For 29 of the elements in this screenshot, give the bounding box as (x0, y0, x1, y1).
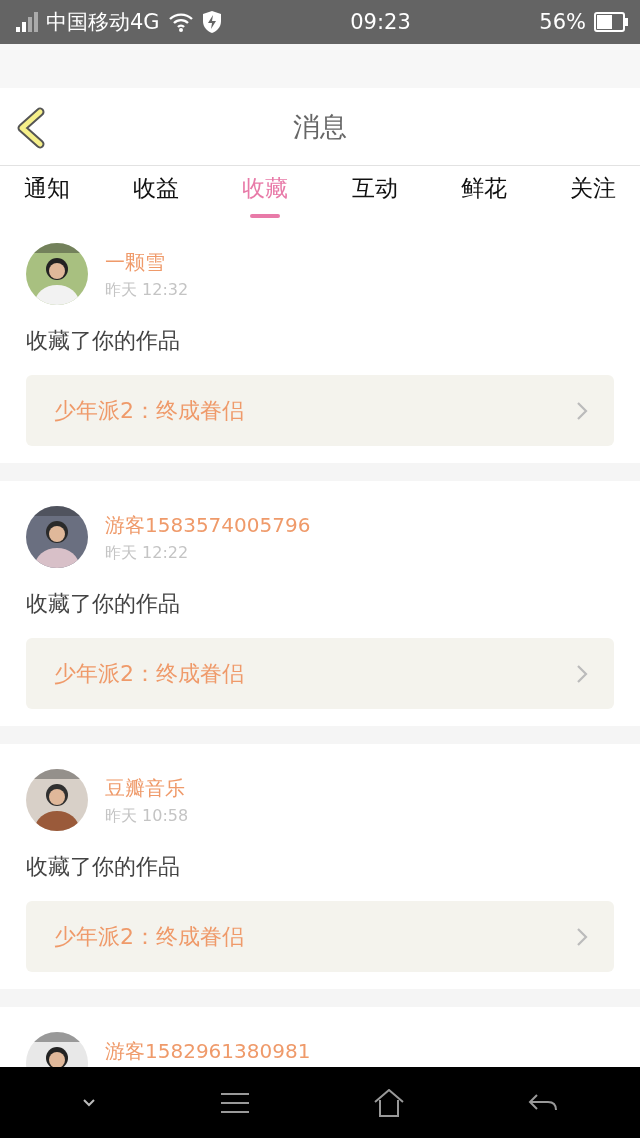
message-time: 昨天 12:22 (105, 543, 190, 564)
chevron-down-icon[interactable] (82, 1097, 96, 1108)
tab[interactable]: 关注 (569, 166, 616, 218)
chevron-right-icon (576, 663, 588, 684)
tab[interactable]: 互动 (351, 166, 398, 218)
chevron-right-icon (576, 400, 588, 421)
user-name: 一颗雪 (105, 249, 166, 276)
signal-icon (16, 12, 38, 32)
message-time: 昨天 12:32 (105, 280, 189, 301)
battery-icon (594, 12, 628, 32)
user-name: 游客1582961380981 (105, 1038, 311, 1065)
clock-time: 09:23 (350, 10, 411, 34)
tab[interactable]: 收益 (133, 166, 180, 218)
carrier-name: 中国移动4G (46, 9, 160, 36)
menu-icon[interactable] (220, 1091, 250, 1114)
user-name: 游客1583574005796 (105, 512, 311, 539)
tab[interactable]: 鲜花 (460, 166, 507, 218)
message-text: 收藏了你的作品 (26, 853, 181, 881)
page-title: 消息 (293, 109, 347, 144)
user-name: 豆瓣音乐 (105, 775, 186, 802)
tab[interactable]: 通知 (24, 166, 70, 218)
wifi-icon (167, 12, 194, 32)
message-text: 收藏了你的作品 (26, 590, 181, 618)
home-icon[interactable] (374, 1088, 404, 1117)
chevron-right-icon (576, 926, 588, 947)
battery-percent: 56% (539, 10, 586, 34)
shield-icon (201, 11, 222, 33)
message-time: 昨天 10:58 (105, 806, 189, 827)
message-text: 收藏了你的作品 (26, 327, 181, 355)
